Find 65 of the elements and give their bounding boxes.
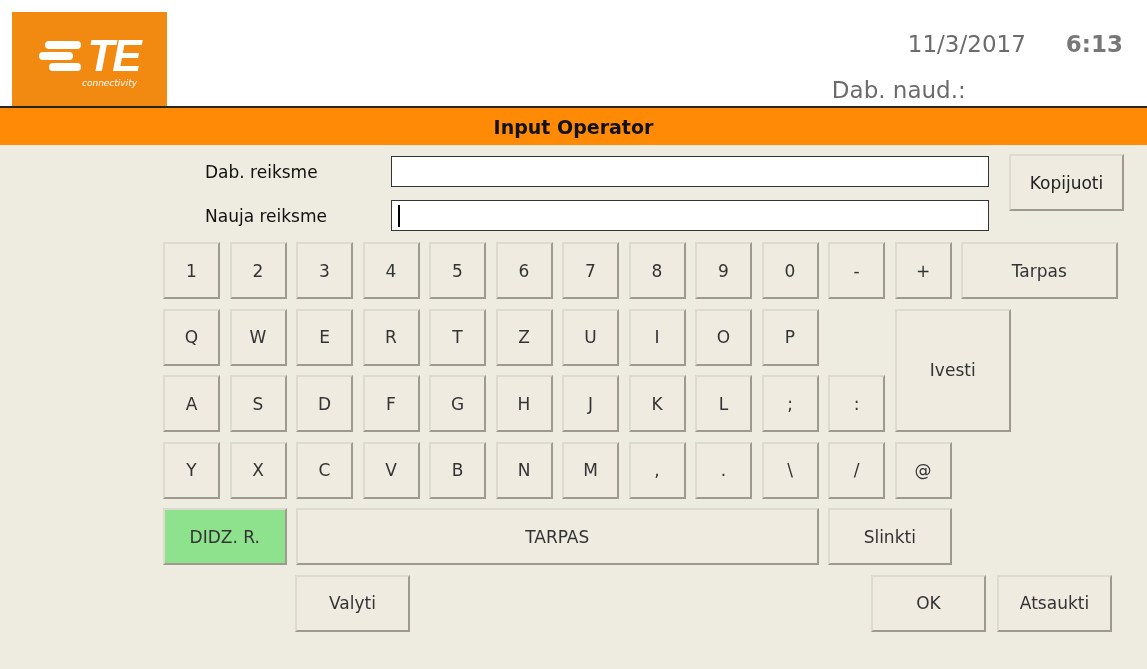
input-field[interactable]	[391, 156, 989, 187]
action-button[interactable]: Valyti	[295, 574, 410, 632]
key-button[interactable]: C	[296, 441, 353, 499]
key-button[interactable]: I	[628, 308, 686, 366]
stripes-icon	[39, 41, 84, 71]
key-button[interactable]: ,	[628, 441, 686, 499]
logo-mark: TE	[87, 34, 140, 78]
key-button[interactable]: S	[229, 375, 287, 432]
action-button[interactable]: Atsaukti	[997, 574, 1112, 632]
key-button[interactable]: Ivesti	[894, 308, 1011, 432]
key-button[interactable]: G	[429, 375, 486, 432]
date-text: 11/3/2017	[907, 30, 1026, 58]
key-button[interactable]: 2	[229, 242, 287, 299]
key-button[interactable]: B	[429, 441, 486, 499]
key-button[interactable]: M	[562, 441, 619, 499]
key-button[interactable]: 1	[163, 242, 220, 299]
key-button[interactable]: /	[828, 441, 885, 499]
key-button[interactable]: A	[163, 375, 220, 432]
key-button[interactable]: J	[562, 375, 619, 432]
action-button[interactable]: OK	[871, 574, 986, 632]
field-label: Dab. reiksme	[205, 161, 319, 182]
key-button[interactable]: 4	[362, 242, 420, 299]
dialog-title: Input Operator	[493, 115, 654, 138]
key-button[interactable]: Z	[495, 308, 553, 366]
key-button[interactable]: R	[362, 308, 420, 366]
key-button[interactable]: X	[229, 441, 287, 499]
key-button[interactable]: U	[562, 308, 619, 366]
key-button[interactable]: 0	[761, 242, 819, 299]
key-button[interactable]: \	[761, 441, 819, 499]
key-button[interactable]: Slinkti	[828, 508, 952, 565]
key-button[interactable]: .	[695, 441, 752, 499]
key-button[interactable]: W	[229, 308, 287, 366]
key-button[interactable]: L	[695, 375, 752, 432]
key-button[interactable]: T	[429, 308, 486, 366]
key-button[interactable]: H	[495, 375, 553, 432]
key-button[interactable]: 3	[296, 242, 353, 299]
key-button[interactable]: +	[894, 242, 952, 299]
logo-tagline: connectivity	[81, 78, 138, 88]
current-user-label: Dab. naud.:	[831, 76, 966, 104]
key-button[interactable]: 8	[628, 242, 686, 299]
key-button[interactable]: O	[695, 308, 752, 366]
key-button[interactable]: @	[894, 441, 952, 499]
key-button[interactable]: F	[362, 375, 420, 432]
key-button[interactable]: 6	[495, 242, 553, 299]
key-button[interactable]: Y	[163, 441, 220, 499]
key-button[interactable]: V	[362, 441, 420, 499]
key-button[interactable]: Tarpas	[961, 242, 1118, 299]
key-button[interactable]: -	[828, 242, 885, 299]
key-button[interactable]: 7	[562, 242, 619, 299]
field-label: Nauja reiksme	[205, 205, 328, 226]
key-button[interactable]: E	[296, 308, 353, 366]
key-button[interactable]: K	[628, 375, 686, 432]
copy-button[interactable]: Kopijuoti	[1009, 154, 1124, 211]
time-text: 6:13	[1065, 30, 1123, 58]
key-button[interactable]: ;	[761, 375, 819, 432]
key-button[interactable]: P	[761, 308, 819, 366]
key-button[interactable]: N	[495, 441, 553, 499]
key-button[interactable]: Q	[163, 308, 220, 366]
key-button[interactable]: :	[828, 375, 885, 432]
input-field[interactable]	[391, 200, 989, 231]
key-button[interactable]: TARPAS	[296, 508, 819, 565]
key-button[interactable]: DIDZ. R.	[163, 508, 287, 565]
key-button[interactable]: D	[296, 375, 353, 432]
key-button[interactable]: 5	[429, 242, 486, 299]
key-button[interactable]: 9	[695, 242, 752, 299]
